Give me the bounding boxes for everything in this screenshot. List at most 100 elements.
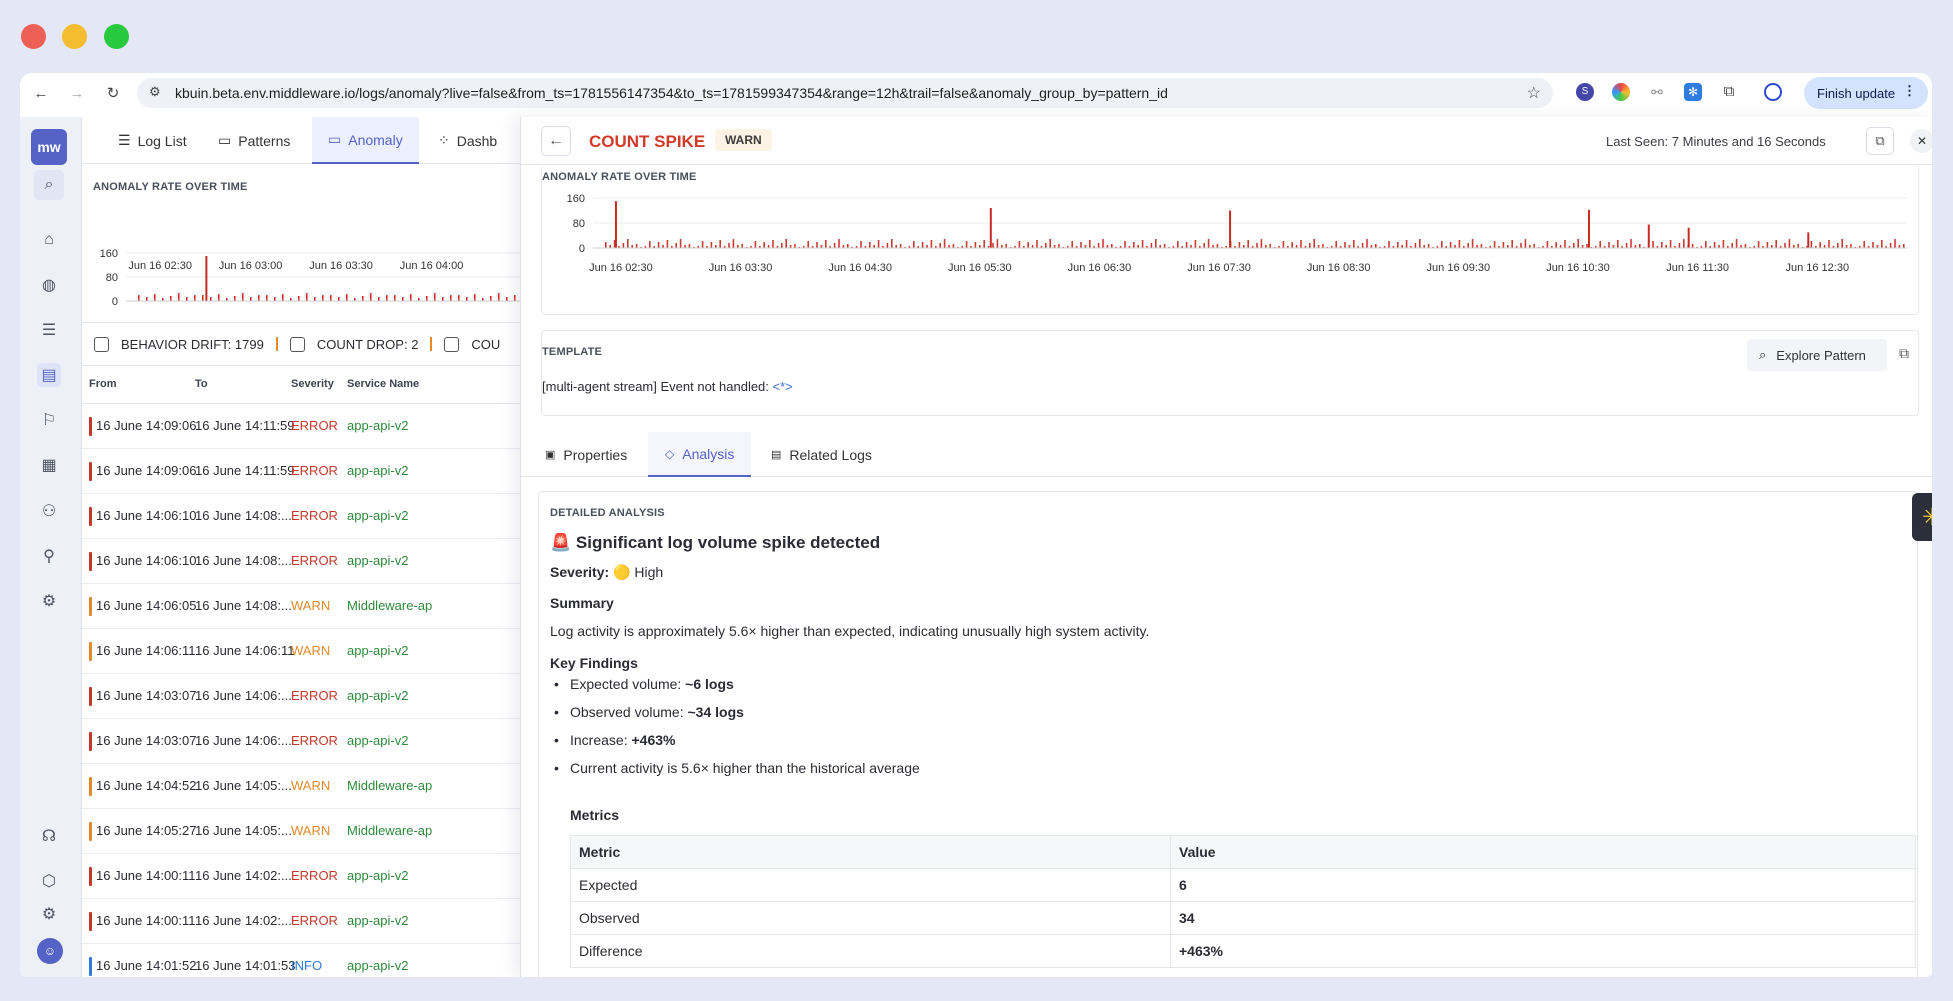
explore-pattern-button[interactable]: ⌕ Explore Pattern [1747,339,1887,371]
home-icon[interactable]: ⌂ [37,228,61,252]
avatar[interactable]: ☺ [37,938,63,964]
severity-cell: ERROR [291,553,338,568]
reload-icon[interactable]: ↻ [102,82,124,104]
bar [394,295,396,301]
forward-icon[interactable]: → [66,82,88,104]
tab-analysis[interactable]: ◇ Analysis [648,432,752,477]
extension-color-icon[interactable] [1612,83,1630,101]
table-row[interactable]: 16 June 14:01:52 16 June 14:01:53 INFO app-… [82,944,522,977]
site-info-icon[interactable]: ⚙ [149,84,161,100]
finding-value: ~6 logs [685,676,734,692]
table-row[interactable]: 16 June 14:06:11 16 June 14:06:11 WARN app-… [82,629,522,674]
tab-related-logs[interactable]: ▤ Related Logs [771,432,872,477]
bar [1744,244,1747,248]
explore-label: Explore Pattern [1776,347,1866,363]
support-icon[interactable]: ☊ [37,824,61,848]
alerts-icon[interactable]: ⚐ [37,408,61,432]
finding-label: Observed volume: [570,704,688,720]
table-row[interactable]: 16 June 14:09:06 16 June 14:11:59 ERROR app… [82,449,522,494]
bar [298,296,300,301]
bar [807,241,809,248]
infra-icon[interactable]: ◍ [37,273,61,297]
extension-gear-icon[interactable]: ✻ [1684,83,1702,101]
bar [838,239,840,248]
tab-anomaly[interactable]: ▭ Anomaly [312,117,419,164]
bar [1344,242,1346,248]
bar [1124,241,1126,248]
bar [772,240,774,248]
detail-tabs: ▣ Properties ◇ Analysis ▤ Related Logs [521,432,1932,477]
bar [701,241,704,248]
bar [1441,241,1443,248]
bar [210,297,212,301]
bar [514,295,516,301]
finish-update-button[interactable]: Finish update ⋮ [1804,77,1928,109]
table-row[interactable]: 16 June 14:05:27 16 June 14:05:... WARN Mid… [82,809,522,854]
tab-dashboards[interactable]: ⁘ Dashb [438,117,497,164]
search-icon[interactable]: ⌕ [34,170,64,200]
more-vert-icon[interactable]: ⋮ [1903,83,1916,99]
profile-icon[interactable] [1764,83,1782,101]
bar [754,241,757,248]
app-body: mw ⌕ ⌂ ◍ ☰ ▤ ⚐ ▦ ⚇ ⚲ ⚙ ☊ ⬡ ⚙ ☺ ☰ Log List… [20,117,1932,977]
table-row[interactable]: 16 June 14:06:10 16 June 14:08:... ERROR ap… [82,494,522,539]
bar [1608,242,1610,248]
table-row[interactable]: 16 June 14:03:07 16 June 14:06:... ERROR ap… [82,674,522,719]
col-severity[interactable]: Severity [291,378,334,390]
table-row[interactable]: 16 June 14:04:52 16 June 14:05:... WARN Mid… [82,764,522,809]
extension-s-icon[interactable]: S [1576,83,1594,101]
middleware-logo[interactable]: mw [31,129,67,165]
x-tick-label: Jun 16 05:30 [948,262,1012,274]
col-from[interactable]: From [89,378,117,390]
bar [1300,240,1302,248]
bar [1573,243,1575,248]
bar [466,297,468,301]
bar [992,243,994,248]
tab-properties[interactable]: ▣ Properties [545,432,627,477]
bookmark-star-icon[interactable]: ☆ [1527,83,1541,103]
close-icon[interactable]: ✕ [1910,129,1932,153]
extension-cycle-icon[interactable]: ⚯ [1648,83,1666,101]
tab-label: Anomaly [348,131,403,148]
packages-icon[interactable]: ⬡ [37,869,61,893]
close-window-button[interactable] [21,24,46,49]
maximize-window-button[interactable] [104,24,129,49]
table-row[interactable]: 16 June 14:06:10 16 June 14:08:... ERROR ap… [82,539,522,584]
severity-bar [89,597,92,616]
count-spike-checkbox[interactable] [444,336,460,352]
dashboards-icon[interactable]: ▦ [37,453,61,477]
col-to[interactable]: To [195,378,208,390]
extensions-puzzle-icon[interactable]: ⧉ [1720,83,1738,101]
rum-icon[interactable]: ⚲ [37,544,61,568]
behavior-drift-checkbox[interactable] [94,336,109,352]
table-row[interactable]: 16 June 14:03:07 16 June 14:06:... ERROR ap… [82,719,522,764]
back-icon[interactable]: ← [30,82,52,104]
copy-link-button[interactable]: ⧉ [1866,127,1894,155]
table-row[interactable]: 16 June 14:09:06 16 June 14:11:59 ERROR app… [82,404,522,449]
address-bar[interactable]: ⚙ kbuin.beta.env.middleware.io/logs/anom… [137,78,1553,108]
x-tick-label: Jun 16 07:30 [1187,262,1251,274]
tab-log-list[interactable]: ☰ Log List [118,117,187,164]
tab-patterns[interactable]: ▭ Patterns [218,117,290,164]
integrations-icon[interactable]: ⚙ [37,589,61,613]
table-row[interactable]: 16 June 14:00:11 16 June 14:02:... ERROR ap… [82,899,522,944]
to-cell: 16 June 14:05:... [195,778,292,793]
bar [1894,239,1896,248]
minimize-window-button[interactable] [62,24,87,49]
bar [1480,244,1483,248]
metric-value: 6 [1170,868,1916,902]
apm-icon[interactable]: ☰ [37,318,61,342]
severity-cell: ERROR [291,913,338,928]
table-row[interactable]: 16 June 14:06:05 16 June 14:08:... WARN Mid… [82,584,522,629]
settings-icon[interactable]: ⚙ [37,902,61,926]
assistant-sparkle-button[interactable]: ✳ [1912,493,1932,541]
count-drop-checkbox[interactable] [289,336,305,352]
count-drop-label: COUNT DROP: 2 [316,336,419,352]
col-service[interactable]: Service Name [347,378,419,390]
bar [943,239,946,248]
table-row[interactable]: 16 June 14:00:11 16 June 14:02:... ERROR ap… [82,854,522,899]
back-button[interactable]: ← [541,126,571,156]
ai-bot-icon[interactable]: ⚇ [37,499,61,523]
logs-icon[interactable]: ▤ [37,363,61,387]
copy-template-icon[interactable]: ⧉ [1899,345,1909,362]
